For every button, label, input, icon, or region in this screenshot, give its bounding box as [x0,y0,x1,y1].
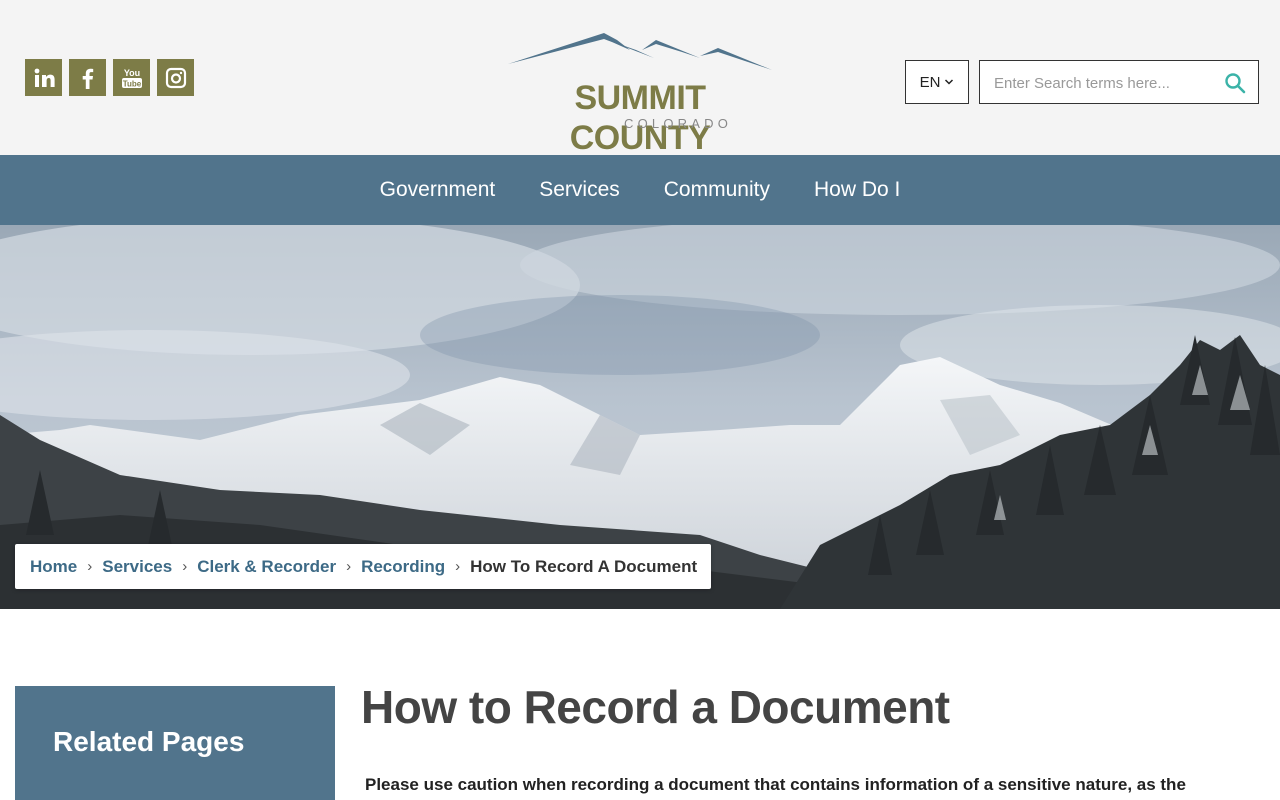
breadcrumb-recording[interactable]: Recording [361,557,445,577]
breadcrumb-current: How To Record A Document [470,556,698,576]
youtube-icon: You Tube [121,68,142,88]
related-pages-panel: Related Pages [15,686,335,800]
chevron-right-icon: › [182,558,188,575]
site-logo[interactable]: SUMMIT COUNTY COLORADO [504,30,776,157]
page-title: How to Record a Document [361,681,950,733]
linkedin-link[interactable] [25,59,62,96]
breadcrumb: Home › Services › Clerk & Recorder › Rec… [15,544,711,589]
social-links: You Tube [25,59,194,96]
nav-item-community[interactable]: Community [664,178,770,202]
facebook-icon [82,68,93,89]
related-pages-title: Related Pages [53,726,245,757]
logo-subtitle: COLORADO [624,116,733,131]
youtube-link[interactable]: You Tube [113,59,150,96]
breadcrumb-home[interactable]: Home [30,557,77,577]
linkedin-icon [34,68,55,87]
nav-item-services[interactable]: Services [539,178,620,202]
mountain-logo-icon [508,33,772,70]
chevron-down-icon [945,79,954,85]
search-box [979,60,1259,104]
instagram-link[interactable] [157,59,194,96]
chevron-right-icon: › [346,558,352,575]
svg-text:You: You [123,68,139,78]
breadcrumb-services[interactable]: Services [102,557,172,577]
language-select[interactable]: EN [905,60,969,104]
breadcrumb-clerk-recorder[interactable]: Clerk & Recorder [197,557,336,577]
chevron-right-icon: › [87,558,93,575]
instagram-icon [165,67,186,88]
main-navigation: Government Services Community How Do I [0,155,1280,225]
search-icon[interactable] [1224,72,1246,94]
chevron-right-icon: › [455,558,461,575]
language-label: EN [919,73,941,91]
site-header: You Tube SUMMIT COUNTY COLORADO EN [0,0,1280,157]
facebook-link[interactable] [69,59,106,96]
intro-paragraph: Please use caution when recording a docu… [365,775,1186,794]
search-input[interactable] [994,72,1214,94]
nav-item-how-do-i[interactable]: How Do I [814,178,900,202]
nav-item-government[interactable]: Government [380,178,496,202]
svg-text:Tube: Tube [122,79,141,88]
